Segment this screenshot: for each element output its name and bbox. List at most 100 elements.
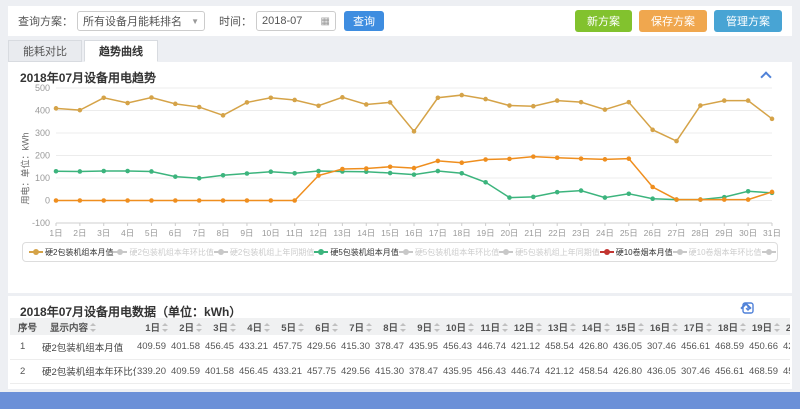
series-line-硬2包装机组本月值 — [56, 95, 772, 141]
data-point — [436, 169, 441, 174]
sort-icon[interactable] — [264, 323, 270, 332]
legend-item[interactable]: 硬10卷烟本年环比值 — [673, 247, 762, 258]
table-cell: 468.59 — [714, 335, 748, 359]
table-header-day[interactable]: 4日 — [238, 318, 272, 335]
table-header-day[interactable]: 5日 — [272, 318, 306, 335]
data-point — [603, 157, 608, 162]
legend-item[interactable]: 硬2包装机组上年同期值 — [214, 247, 314, 258]
device-power-table: 序号显示内容1日2日3日4日5日6日7日8日9日10日11日12日13日14日1… — [10, 318, 790, 384]
y-tick-label: 300 — [35, 128, 50, 138]
data-point — [722, 98, 727, 103]
data-table-panel: 2018年07月设备用电数据（单位：kWh） 序号显示内容1日2日3日4日5日6… — [8, 296, 792, 389]
data-point — [483, 97, 488, 102]
table-header-day[interactable]: 19日 — [748, 318, 782, 335]
data-point — [698, 197, 703, 202]
legend-item[interactable]: 硬10卷烟本月值 — [600, 247, 673, 258]
legend-label: 硬5包装机组上年同期值 — [515, 247, 599, 258]
sort-icon[interactable] — [332, 323, 338, 332]
query-plan-select[interactable]: 所有设备月能耗排名 ▼ — [77, 11, 205, 31]
table-cell: 436.05 — [612, 335, 646, 359]
data-point — [316, 103, 321, 108]
data-point — [507, 157, 512, 162]
table-header-day[interactable]: 9日 — [408, 318, 442, 335]
sort-icon[interactable] — [434, 323, 440, 332]
time-label: 时间： — [219, 13, 252, 29]
new-plan-button[interactable]: 新方案 — [575, 10, 632, 32]
legend-item[interactable]: 硬10卷烟上年同期值 — [762, 247, 778, 258]
table-header-day[interactable]: 2日 — [170, 318, 204, 335]
legend-item[interactable]: 硬5包装机组本年环比值 — [399, 247, 499, 258]
table-header-day[interactable]: 6日 — [306, 318, 340, 335]
tab-energy-compare[interactable]: 能耗对比 — [8, 40, 82, 62]
row-name: 硬2包装机组本年环比值 — [40, 359, 136, 383]
horizontal-scrollbar[interactable] — [0, 392, 800, 409]
sort-icon[interactable] — [502, 323, 508, 332]
table-header-day[interactable]: 18日 — [714, 318, 748, 335]
x-tick-label: 6日 — [169, 228, 182, 238]
sort-icon[interactable] — [570, 323, 576, 332]
x-tick-label: 22日 — [548, 228, 566, 238]
manage-plan-button[interactable]: 管理方案 — [714, 10, 782, 32]
tab-trend-curve[interactable]: 趋势曲线 — [84, 40, 158, 62]
trend-line-chart[interactable]: 5004003002001000-1001日2日3日4日5日6日7日8日9日10… — [16, 82, 788, 238]
data-point — [459, 171, 464, 176]
row-name: 硬2包装机组本月值 — [40, 335, 136, 359]
x-tick-label: 30日 — [739, 228, 757, 238]
table-header-day[interactable]: 3日 — [204, 318, 238, 335]
table-header-day[interactable]: 12日 — [510, 318, 544, 335]
sort-icon[interactable] — [196, 323, 202, 332]
sort-icon[interactable] — [706, 323, 712, 332]
table-header-day[interactable]: 14日 — [578, 318, 612, 335]
table-row: 2硬2包装机组本年环比值339.20409.59401.58456.45433.… — [10, 359, 790, 383]
sort-icon[interactable] — [230, 323, 236, 332]
data-point — [221, 198, 226, 203]
table-scroll-area[interactable]: 序号显示内容1日2日3日4日5日6日7日8日9日10日11日12日13日14日1… — [10, 318, 790, 384]
data-point — [149, 169, 154, 174]
sort-icon[interactable] — [468, 323, 474, 332]
sort-icon[interactable] — [162, 323, 168, 332]
data-point — [101, 169, 106, 174]
table-header-day[interactable]: 11日 — [476, 318, 510, 335]
time-input[interactable]: 2018-07 ▦ — [256, 11, 336, 31]
data-point — [292, 98, 297, 103]
table-header-day[interactable]: 10日 — [442, 318, 476, 335]
row-index: 2 — [10, 359, 40, 383]
data-point — [579, 100, 584, 105]
table-header-day[interactable]: 16日 — [646, 318, 680, 335]
sort-icon[interactable] — [536, 323, 542, 332]
table-header-day[interactable]: 13日 — [544, 318, 578, 335]
table-header-day[interactable]: 15日 — [612, 318, 646, 335]
table-header-content[interactable]: 显示内容 — [40, 318, 136, 335]
table-collapse-icon[interactable] — [764, 304, 772, 312]
sort-icon[interactable] — [638, 323, 644, 332]
data-point — [340, 95, 345, 100]
sort-icon[interactable] — [604, 323, 610, 332]
data-point — [149, 95, 154, 100]
data-point — [674, 139, 679, 144]
sort-icon[interactable] — [774, 323, 780, 332]
table-header-day[interactable]: 7日 — [340, 318, 374, 335]
sort-icon[interactable] — [400, 323, 406, 332]
legend-item[interactable]: 硬2包装机组本年环比值 — [113, 247, 213, 258]
table-header-day[interactable]: 20日 — [782, 318, 790, 335]
x-tick-label: 31日 — [763, 228, 781, 238]
table-header-day[interactable]: 8日 — [374, 318, 408, 335]
query-button[interactable]: 查询 — [344, 11, 384, 31]
table-header-day[interactable]: 17日 — [680, 318, 714, 335]
data-point — [698, 103, 703, 108]
y-tick-label: 400 — [35, 106, 50, 116]
x-tick-label: 13日 — [333, 228, 351, 238]
save-plan-button[interactable]: 保存方案 — [639, 10, 707, 32]
sort-icon[interactable] — [298, 323, 304, 332]
legend-item[interactable]: 硬2包装机组本月值 — [29, 247, 113, 258]
legend-item[interactable]: 硬5包装机组本月值 — [314, 247, 398, 258]
sort-icon[interactable] — [366, 323, 372, 332]
sort-icon[interactable] — [90, 323, 96, 332]
sort-icon[interactable] — [740, 323, 746, 332]
table-cell: 415.30 — [374, 359, 408, 383]
legend-item[interactable]: 硬5包装机组上年同期值 — [499, 247, 599, 258]
table-header-day[interactable]: 1日 — [136, 318, 170, 335]
sort-icon[interactable] — [672, 323, 678, 332]
chart-collapse-icon[interactable] — [762, 71, 770, 79]
table-cell: 426.80 — [578, 335, 612, 359]
